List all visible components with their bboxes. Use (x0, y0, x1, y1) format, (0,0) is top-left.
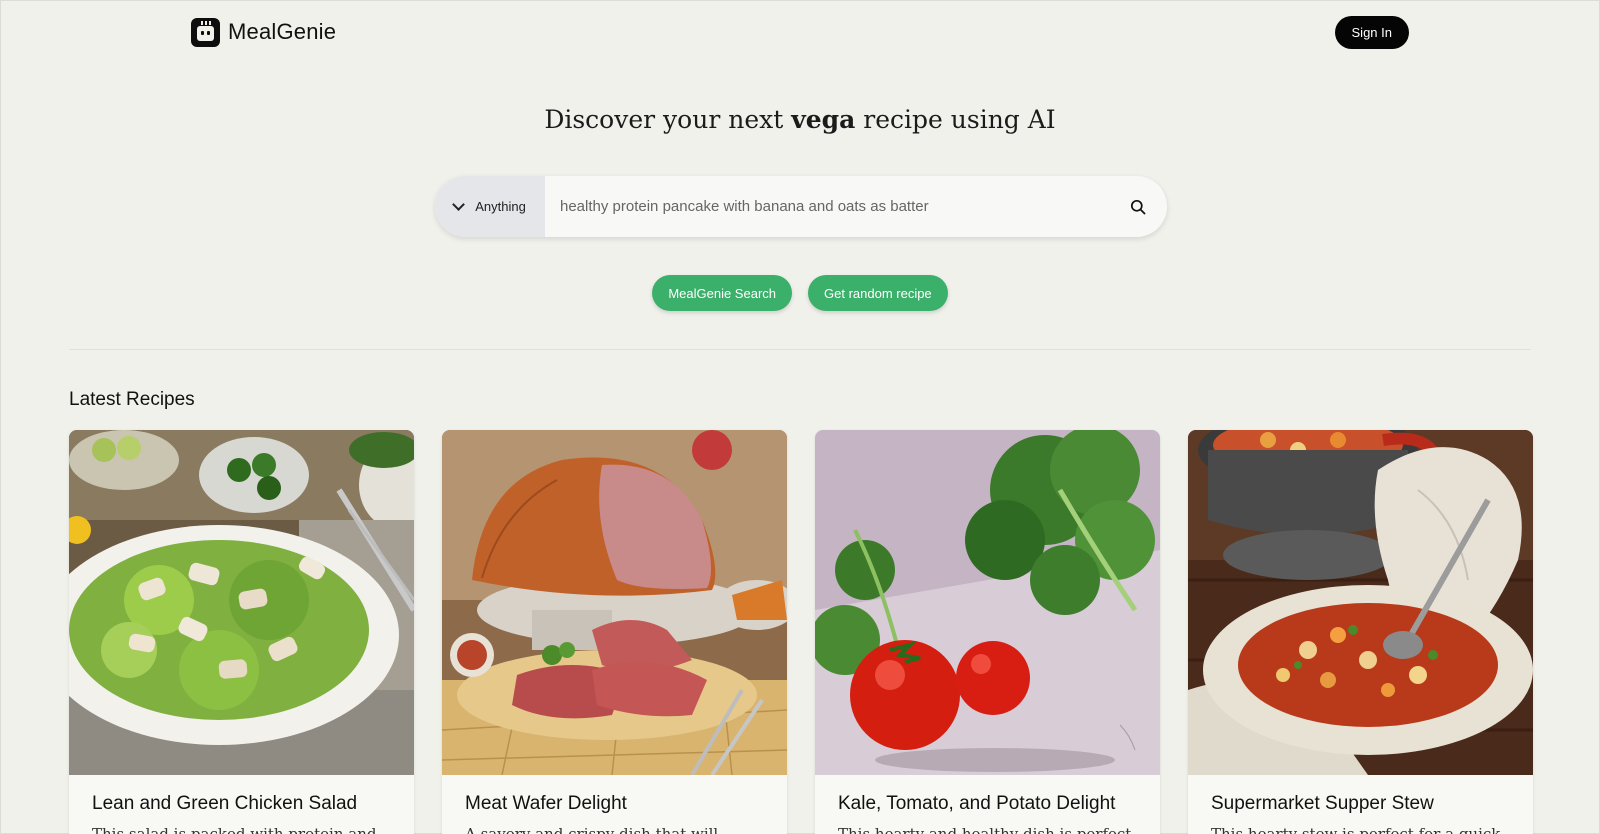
section-divider (69, 349, 1531, 350)
category-selected-label: Anything (475, 199, 526, 214)
latest-recipes-heading: Latest Recipes (69, 389, 195, 410)
recipe-title[interactable]: Meat Wafer Delight (465, 793, 764, 815)
category-dropdown[interactable]: Anything (435, 176, 545, 237)
hero-title: Discover your next vega recipe using AI (1, 105, 1599, 134)
recipe-card[interactable]: Lean and Green Chicken Salad This salad … (69, 430, 414, 834)
hero-title-prefix: Discover your next (544, 105, 792, 134)
recipe-card[interactable]: Meat Wafer Delight A savory and crispy d… (442, 430, 787, 834)
recipe-card[interactable]: Kale, Tomato, and Potato Delight This he… (815, 430, 1160, 834)
recipe-description: This hearty stew is perfect for a quick (1211, 825, 1501, 834)
recipe-image-meat-wafer[interactable] (442, 430, 787, 775)
search-bar: Anything (435, 176, 1167, 237)
recipe-description: This salad is packed with protein and (92, 825, 377, 834)
brand-name: MealGenie (228, 19, 337, 44)
recipe-title[interactable]: Supermarket Supper Stew (1211, 793, 1510, 815)
page: MealGenie Sign In Discover your next veg… (0, 0, 1600, 834)
action-buttons: MealGenie Search Get random recipe (1, 275, 1599, 311)
sign-in-button[interactable]: Sign In (1334, 15, 1409, 49)
robot-chef-icon (191, 17, 220, 47)
search-icon (1130, 199, 1146, 214)
mealgenie-search-button[interactable]: MealGenie Search (652, 275, 792, 311)
top-nav: MealGenie Sign In (191, 15, 1409, 49)
recipe-image-supper-stew[interactable] (1188, 430, 1533, 775)
hero-title-highlight: vega (791, 105, 856, 134)
recipe-image-kale-tomato[interactable] (815, 430, 1160, 775)
recipe-description: This hearty and healthy dish is perfect (838, 825, 1132, 834)
search-input[interactable] (545, 176, 1109, 237)
recipe-title[interactable]: Lean and Green Chicken Salad (92, 793, 391, 815)
brand[interactable]: MealGenie (191, 17, 337, 47)
recipe-title[interactable]: Kale, Tomato, and Potato Delight (838, 793, 1137, 815)
recipe-image-chicken-salad[interactable] (69, 430, 414, 775)
search-submit-button[interactable] (1109, 176, 1167, 237)
recipe-description: A savory and crispy dish that will (465, 825, 719, 834)
random-recipe-button[interactable]: Get random recipe (808, 275, 948, 311)
recipe-grid: Lean and Green Chicken Salad This salad … (69, 430, 1533, 834)
recipe-card[interactable]: Supermarket Supper Stew This hearty stew… (1188, 430, 1533, 834)
hero-title-suffix: recipe using AI (855, 105, 1056, 134)
chevron-down-icon (452, 197, 466, 211)
